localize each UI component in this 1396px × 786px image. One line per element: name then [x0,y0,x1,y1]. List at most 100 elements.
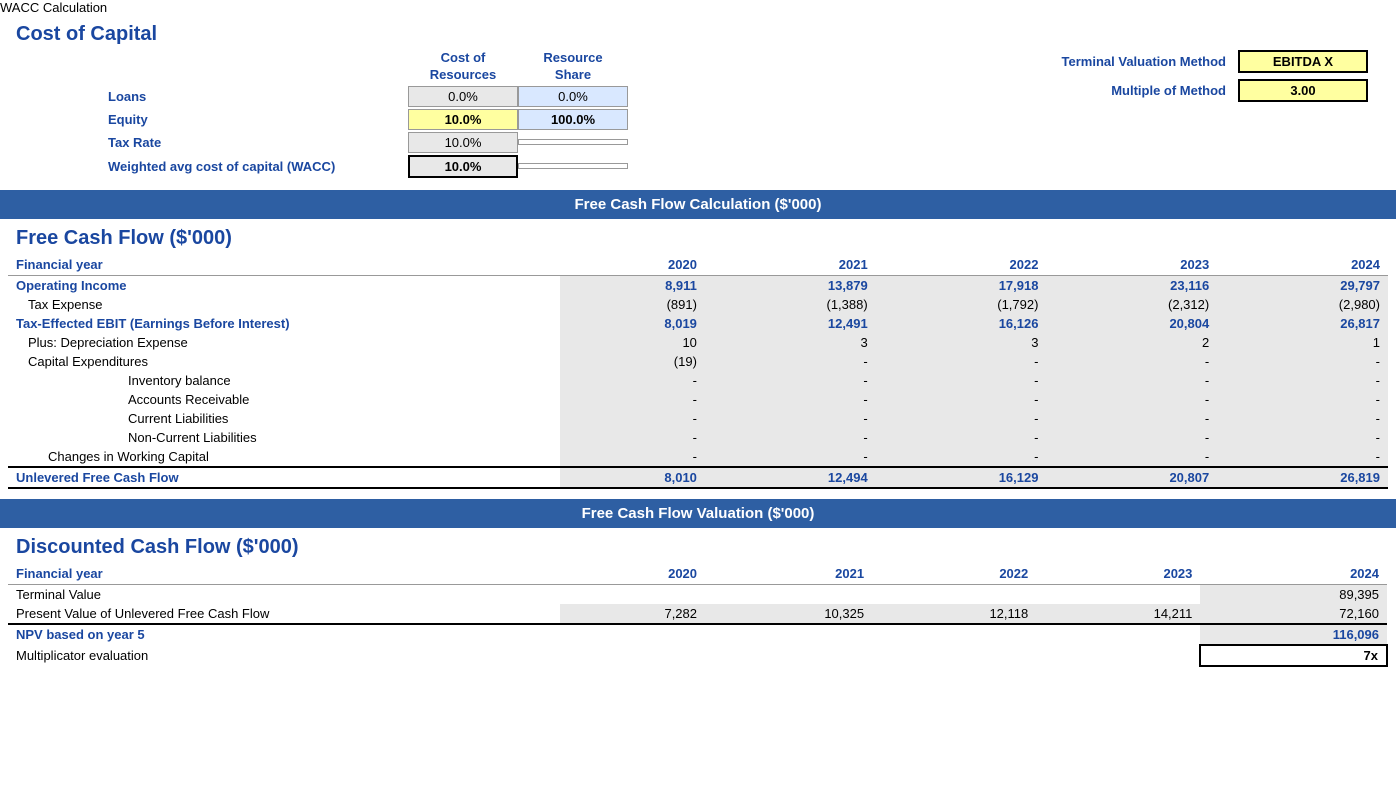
dcf-val-3-2 [872,645,1036,666]
fcf-val-0-4: 29,797 [1217,275,1388,295]
fcf-val-5-4: - [1217,371,1388,390]
fcf-val-5-0: - [560,371,705,390]
tax-cost[interactable]: 10.0% [408,132,518,153]
dcf-row-0: Terminal Value89,395 [8,584,1387,604]
fcf-label-1: Tax Expense [8,295,560,314]
cost-row-wacc: Weighted avg cost of capital (WACC) 10.0… [8,155,1388,178]
fcf-val-10-3: 20,807 [1046,467,1217,488]
wacc-cost[interactable]: 10.0% [408,155,518,178]
fcf-val-2-1: 12,491 [705,314,876,333]
fcf-val-3-3: 2 [1046,333,1217,352]
fcf-section: Free Cash Flow ($'000) Financial year 20… [0,219,1396,499]
dcf-val-2-1 [705,624,872,645]
fcf-th-2023: 2023 [1046,254,1217,276]
fcf-val-3-4: 1 [1217,333,1388,352]
fcf-val-0-1: 13,879 [705,275,876,295]
loans-label: Loans [8,89,408,104]
fcf-row-10: Unlevered Free Cash Flow8,01012,49416,12… [8,467,1388,488]
fcf-section-header: Free Cash Flow Calculation ($'000) [0,190,1396,219]
wacc-title: WACC Calculation [0,0,107,15]
dcf-row-2: NPV based on year 5116,096 [8,624,1387,645]
fcf-val-7-2: - [876,409,1047,428]
fcf-row-3: Plus: Depreciation Expense103321 [8,333,1388,352]
dcf-label-3: Multiplicator evaluation [8,645,560,666]
fcf-val-6-0: - [560,390,705,409]
fcf-label-7: Current Liabilities [8,409,560,428]
fcf-val-6-4: - [1217,390,1388,409]
dcf-header-row: Financial year 2020 2021 2022 2023 2024 [8,563,1387,585]
dcf-section: Discounted Cash Flow ($'000) Financial y… [0,528,1396,677]
terminal-method-value[interactable]: EBITDA X [1238,50,1368,73]
dcf-th-2022: 2022 [872,563,1036,585]
fcf-val-9-0: - [560,447,705,467]
fcf-val-8-4: - [1217,428,1388,447]
loans-share[interactable]: 0.0% [518,86,628,107]
cost-row-tax: Tax Rate 10.0% [8,132,1388,153]
fcf-val-8-1: - [705,428,876,447]
fcf-val-2-4: 26,817 [1217,314,1388,333]
dcf-val-3-0 [560,645,705,666]
fcf-val-6-3: - [1046,390,1217,409]
fcf-val-5-3: - [1046,371,1217,390]
fcf-val-10-1: 12,494 [705,467,876,488]
fcf-row-1: Tax Expense(891)(1,388)(1,792)(2,312)(2,… [8,295,1388,314]
cost-col-header-0: Cost ofResources [408,50,518,84]
fcf-th-2020: 2020 [560,254,705,276]
fcf-val-6-1: - [705,390,876,409]
fcf-row-6: Accounts Receivable----- [8,390,1388,409]
fcf-val-0-3: 23,116 [1046,275,1217,295]
dcf-val-0-3 [1036,584,1200,604]
cost-of-capital-title: Cost of Capital [8,15,1388,50]
dcf-label-0: Terminal Value [8,584,560,604]
fcf-row-4: Capital Expenditures(19)---- [8,352,1388,371]
fcf-val-5-2: - [876,371,1047,390]
fcf-row-9: Changes in Working Capital----- [8,447,1388,467]
cost-of-capital-content: Cost ofResources ResourceShare Loans 0.0… [8,50,1388,178]
fcf-label-10: Unlevered Free Cash Flow [8,467,560,488]
fcf-val-4-3: - [1046,352,1217,371]
fcf-section-title: Free Cash Flow ($'000) [8,219,1388,254]
fcf-th-2024: 2024 [1217,254,1388,276]
dcf-val-3-4: 7x [1200,645,1387,666]
dcf-th-2020: 2020 [560,563,705,585]
fcf-val-9-3: - [1046,447,1217,467]
dcf-val-0-0 [560,584,705,604]
fcf-val-7-0: - [560,409,705,428]
dcf-section-header: Free Cash Flow Valuation ($'000) [0,499,1396,528]
loans-cost[interactable]: 0.0% [408,86,518,107]
fcf-label-4: Capital Expenditures [8,352,560,371]
dcf-label-1: Present Value of Unlevered Free Cash Flo… [8,604,560,624]
fcf-val-0-2: 17,918 [876,275,1047,295]
fcf-val-8-3: - [1046,428,1217,447]
terminal-multiple-row: Multiple of Method 3.00 [958,79,1368,102]
fcf-val-1-1: (1,388) [705,295,876,314]
fcf-th-2021: 2021 [705,254,876,276]
terminal-multiple-value[interactable]: 3.00 [1238,79,1368,102]
wacc-label: Weighted avg cost of capital (WACC) [8,159,408,174]
fcf-row-8: Non-Current Liabilities----- [8,428,1388,447]
terminal-method-label: Terminal Valuation Method [958,54,1238,69]
dcf-val-1-2: 12,118 [872,604,1036,624]
fcf-val-4-2: - [876,352,1047,371]
fcf-label-0: Operating Income [8,275,560,295]
fcf-val-1-0: (891) [560,295,705,314]
fcf-val-9-4: - [1217,447,1388,467]
terminal-method-row: Terminal Valuation Method EBITDA X [958,50,1368,73]
fcf-val-2-2: 16,126 [876,314,1047,333]
fcf-header-row: Financial year 2020 2021 2022 2023 2024 [8,254,1388,276]
wacc-share [518,163,628,169]
fcf-val-10-0: 8,010 [560,467,705,488]
equity-share[interactable]: 100.0% [518,109,628,130]
dcf-section-title: Discounted Cash Flow ($'000) [8,528,1388,563]
dcf-label-2: NPV based on year 5 [8,624,560,645]
fcf-row-7: Current Liabilities----- [8,409,1388,428]
fcf-row-2: Tax-Effected EBIT (Earnings Before Inter… [8,314,1388,333]
dcf-th-2024: 2024 [1200,563,1387,585]
fcf-th-2022: 2022 [876,254,1047,276]
dcf-val-2-0 [560,624,705,645]
dcf-th-2023: 2023 [1036,563,1200,585]
dcf-th-label: Financial year [8,563,560,585]
equity-cost[interactable]: 10.0% [408,109,518,130]
dcf-th-2021: 2021 [705,563,872,585]
fcf-val-1-4: (2,980) [1217,295,1388,314]
